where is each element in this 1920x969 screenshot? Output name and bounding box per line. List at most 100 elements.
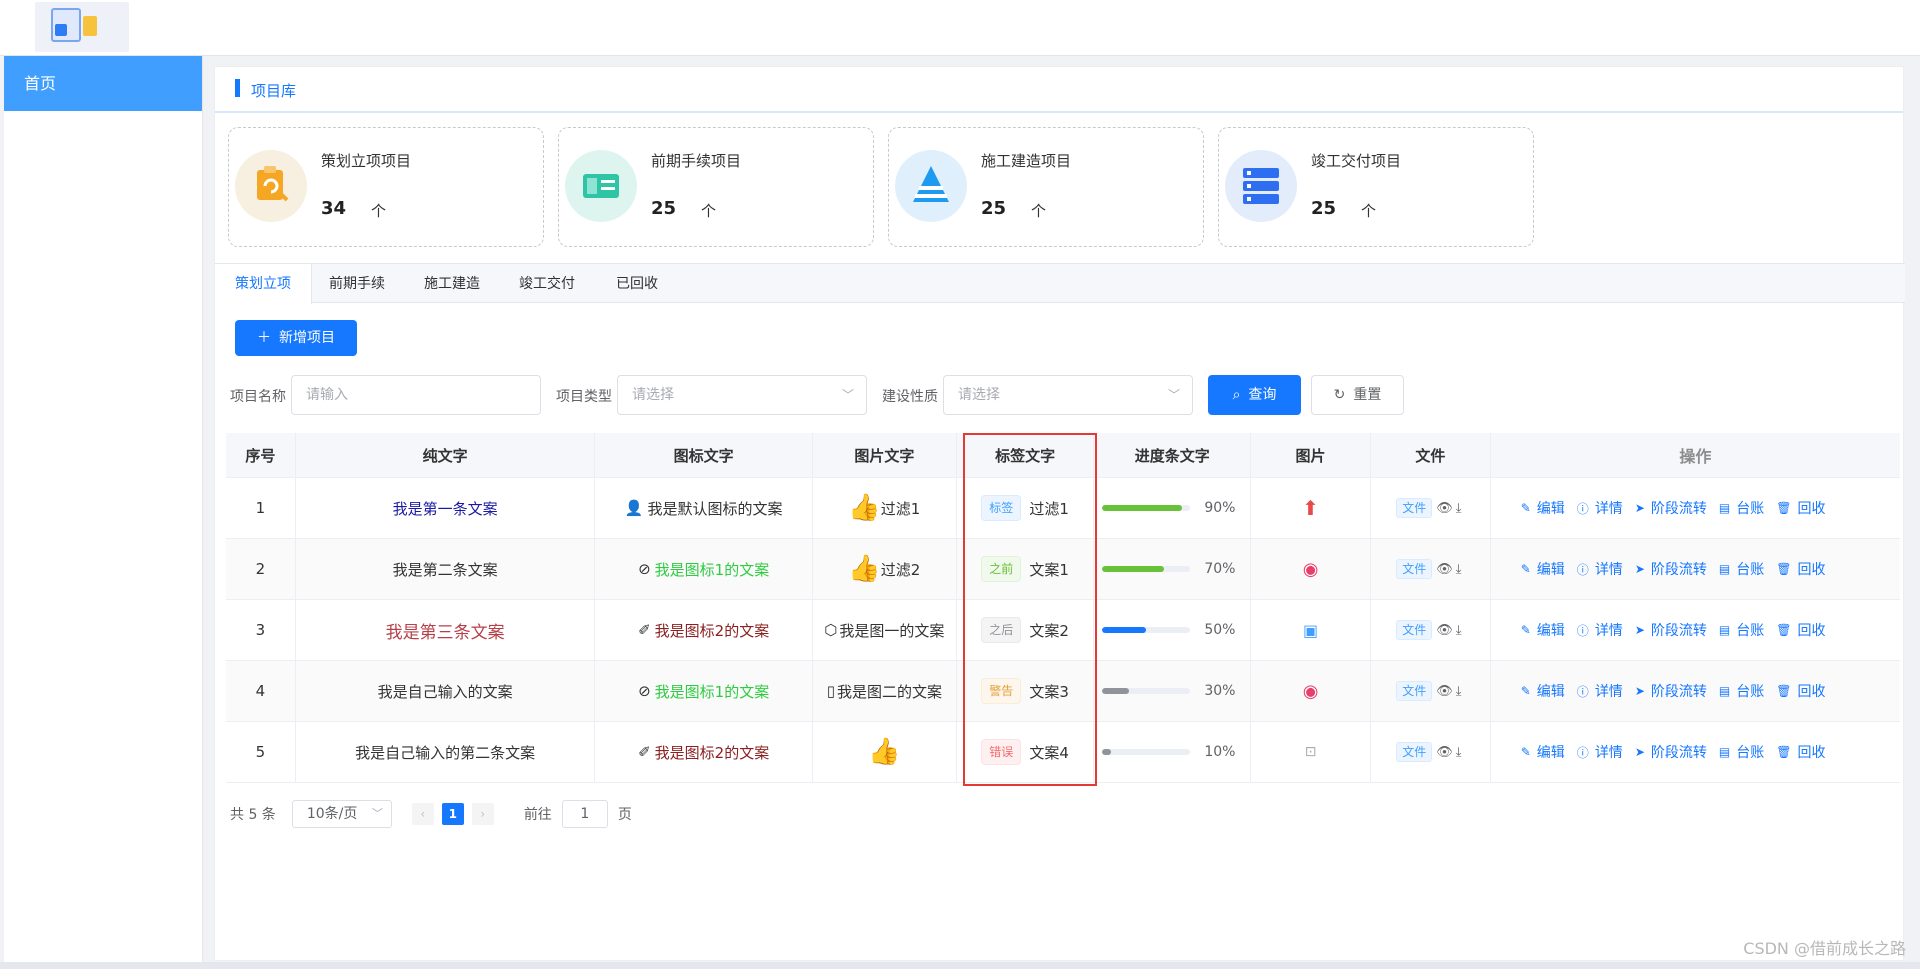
prev-page-button[interactable]: ‹ xyxy=(411,803,434,825)
stat-unit: 个 xyxy=(701,202,717,220)
construction-nature-select[interactable]: 请选择 ﹀ xyxy=(943,375,1193,415)
tab-planning[interactable]: 策划立项 xyxy=(215,264,312,304)
detail-button[interactable]: ⓘ 详情 xyxy=(1577,620,1623,640)
eye-icon[interactable]: 👁 xyxy=(1436,745,1453,760)
download-icon[interactable]: ⤓ xyxy=(1456,501,1462,516)
detail-label: 详情 xyxy=(1594,562,1623,578)
project-type-select[interactable]: 请选择 ﹀ xyxy=(617,375,867,415)
image-placeholder-icon[interactable]: ⊡ xyxy=(1305,744,1317,760)
icon-text: 我是图标1的文案 xyxy=(654,560,770,579)
tab-preliminary[interactable]: 前期手续 xyxy=(312,264,402,304)
detail-label: 详情 xyxy=(1594,623,1623,639)
ledger-label: 台账 xyxy=(1736,562,1765,578)
edit-button[interactable]: ✎ 编辑 xyxy=(1521,742,1565,762)
download-icon[interactable]: ⤓ xyxy=(1456,684,1462,699)
info-icon: ⓘ xyxy=(1576,501,1589,516)
progress-bar: 90% xyxy=(1102,500,1242,516)
file-tag[interactable]: 文件 xyxy=(1396,498,1433,518)
cell-image-text: ▯ 我是图二的文案 xyxy=(813,661,957,721)
top-bar xyxy=(0,0,1920,56)
watermark: CSDN @借前成长之路 xyxy=(1743,939,1906,958)
edit-icon: ✎ xyxy=(1520,623,1531,637)
recycle-button[interactable]: 🗑 回收 xyxy=(1776,620,1825,640)
table-header: 序号 纯文字 图标文字 图片文字 标签文字 进度条文字 图片 文件 操作 xyxy=(226,433,1900,478)
edit-icon: ✎ xyxy=(1520,501,1531,515)
document-icon: ▤ xyxy=(1718,623,1731,637)
recycle-button[interactable]: 🗑 回收 xyxy=(1776,742,1825,762)
tab-construction[interactable]: 施工建造 xyxy=(402,264,502,304)
download-icon[interactable]: ⤓ xyxy=(1456,745,1462,760)
tag-text: 过滤1 xyxy=(1029,499,1069,518)
edit-label: 编辑 xyxy=(1536,562,1565,578)
icon-text: 我是图标1的文案 xyxy=(654,682,770,701)
stat-title: 前期手续项目 xyxy=(651,152,742,170)
eye-icon[interactable]: 👁 xyxy=(1436,623,1453,638)
eye-icon[interactable]: 👁 xyxy=(1436,562,1453,577)
file-tag[interactable]: 文件 xyxy=(1396,681,1433,701)
cell-image: ▣ xyxy=(1251,600,1371,660)
stat-title: 施工建造项目 xyxy=(981,152,1072,170)
detail-button[interactable]: ⓘ 详情 xyxy=(1577,498,1623,518)
query-button[interactable]: ⌕ 查询 xyxy=(1208,375,1301,415)
tab-completion[interactable]: 竣工交付 xyxy=(502,264,592,304)
info-icon: ⓘ xyxy=(1576,562,1589,577)
detail-button[interactable]: ⓘ 详情 xyxy=(1577,559,1623,579)
ledger-button[interactable]: ▤ 台账 xyxy=(1719,620,1764,640)
ledger-button[interactable]: ▤ 台账 xyxy=(1719,498,1764,518)
recycle-button[interactable]: 🗑 回收 xyxy=(1776,559,1825,579)
filter-label-name: 项目名称 xyxy=(230,389,286,405)
icon-text: 我是图标2的文案 xyxy=(654,743,770,762)
sidebar-item-home[interactable]: 首页 xyxy=(4,56,202,111)
edit-button[interactable]: ✎ 编辑 xyxy=(1521,620,1565,640)
ledger-button[interactable]: ▤ 台账 xyxy=(1719,559,1764,579)
cell-ops: ✎ 编辑 ⓘ 详情 ➤ 阶段流转 ▤ 台账 🗑 回收 xyxy=(1491,539,1900,599)
ledger-button[interactable]: ▤ 台账 xyxy=(1719,681,1764,701)
table-row: 3 我是第三条文案 ✐ 我是图标2的文案 ⬡ 我是图一的文案 之后 文案2 50% ▣… xyxy=(226,600,1900,661)
edit-button[interactable]: ✎ 编辑 xyxy=(1521,681,1565,701)
file-tag[interactable]: 文件 xyxy=(1396,620,1433,640)
eye-icon[interactable]: 👁 xyxy=(1436,501,1453,516)
document-icon: ▤ xyxy=(1718,745,1731,759)
page-number-current[interactable]: 1 xyxy=(441,803,464,825)
detail-button[interactable]: ⓘ 详情 xyxy=(1577,742,1623,762)
progress-bar: 10% xyxy=(1102,744,1242,760)
file-tag[interactable]: 文件 xyxy=(1396,742,1433,762)
download-icon[interactable]: ⤓ xyxy=(1456,623,1462,638)
target-image-icon[interactable]: ◉ xyxy=(1303,681,1319,702)
send-icon: ➤ xyxy=(1634,623,1645,637)
window-image-icon[interactable]: ▣ xyxy=(1303,621,1318,640)
send-icon: ➤ xyxy=(1634,562,1645,576)
edit-button[interactable]: ✎ 编辑 xyxy=(1521,559,1565,579)
cell-image-text: ⬡ 我是图一的文案 xyxy=(813,600,957,660)
tag-text: 文案2 xyxy=(1029,621,1069,640)
add-project-button[interactable]: ＋ 新增项目 xyxy=(235,320,357,356)
ledger-button[interactable]: ▤ 台账 xyxy=(1719,742,1764,762)
recycle-button[interactable]: 🗑 回收 xyxy=(1776,681,1825,701)
eye-icon[interactable]: 👁 xyxy=(1436,684,1453,699)
detail-button[interactable]: ⓘ 详情 xyxy=(1577,681,1623,701)
stat-unit: 个 xyxy=(1361,202,1377,220)
stage-transfer-button[interactable]: ➤ 阶段流转 xyxy=(1635,498,1707,518)
recycle-button[interactable]: 🗑 回收 xyxy=(1776,498,1825,518)
edit-label: 编辑 xyxy=(1536,745,1565,761)
tab-recycled[interactable]: 已回收 xyxy=(592,264,682,304)
file-tag[interactable]: 文件 xyxy=(1396,559,1433,579)
download-icon[interactable]: ⤓ xyxy=(1456,562,1462,577)
col-header-text: 纯文字 xyxy=(296,433,596,477)
project-name-input[interactable]: 请输入 xyxy=(291,375,541,415)
reset-button[interactable]: ↻ 重置 xyxy=(1311,375,1404,415)
stage-transfer-button[interactable]: ➤ 阶段流转 xyxy=(1635,559,1707,579)
col-header-tag-text: 标签文字 xyxy=(957,433,1095,477)
arrow-up-image-icon[interactable]: ⬆ xyxy=(1302,496,1319,520)
target-image-icon[interactable]: ◉ xyxy=(1303,559,1319,580)
page-size-select[interactable]: 10条/页 ﹀ xyxy=(291,800,392,828)
cell-tag-text: 标签 过滤1 xyxy=(957,478,1095,538)
edit-button[interactable]: ✎ 编辑 xyxy=(1521,498,1565,518)
stage-transfer-button[interactable]: ➤ 阶段流转 xyxy=(1635,620,1707,640)
goto-page-input[interactable]: 1 xyxy=(561,800,608,828)
stage-transfer-button[interactable]: ➤ 阶段流转 xyxy=(1635,681,1707,701)
stage-transfer-button[interactable]: ➤ 阶段流转 xyxy=(1635,742,1707,762)
stage-tabs: 策划立项 前期手续 施工建造 竣工交付 已回收 xyxy=(215,263,1905,304)
next-page-button[interactable]: › xyxy=(471,803,494,825)
cell-icon-text: ✐ 我是图标2的文案 xyxy=(595,600,813,660)
